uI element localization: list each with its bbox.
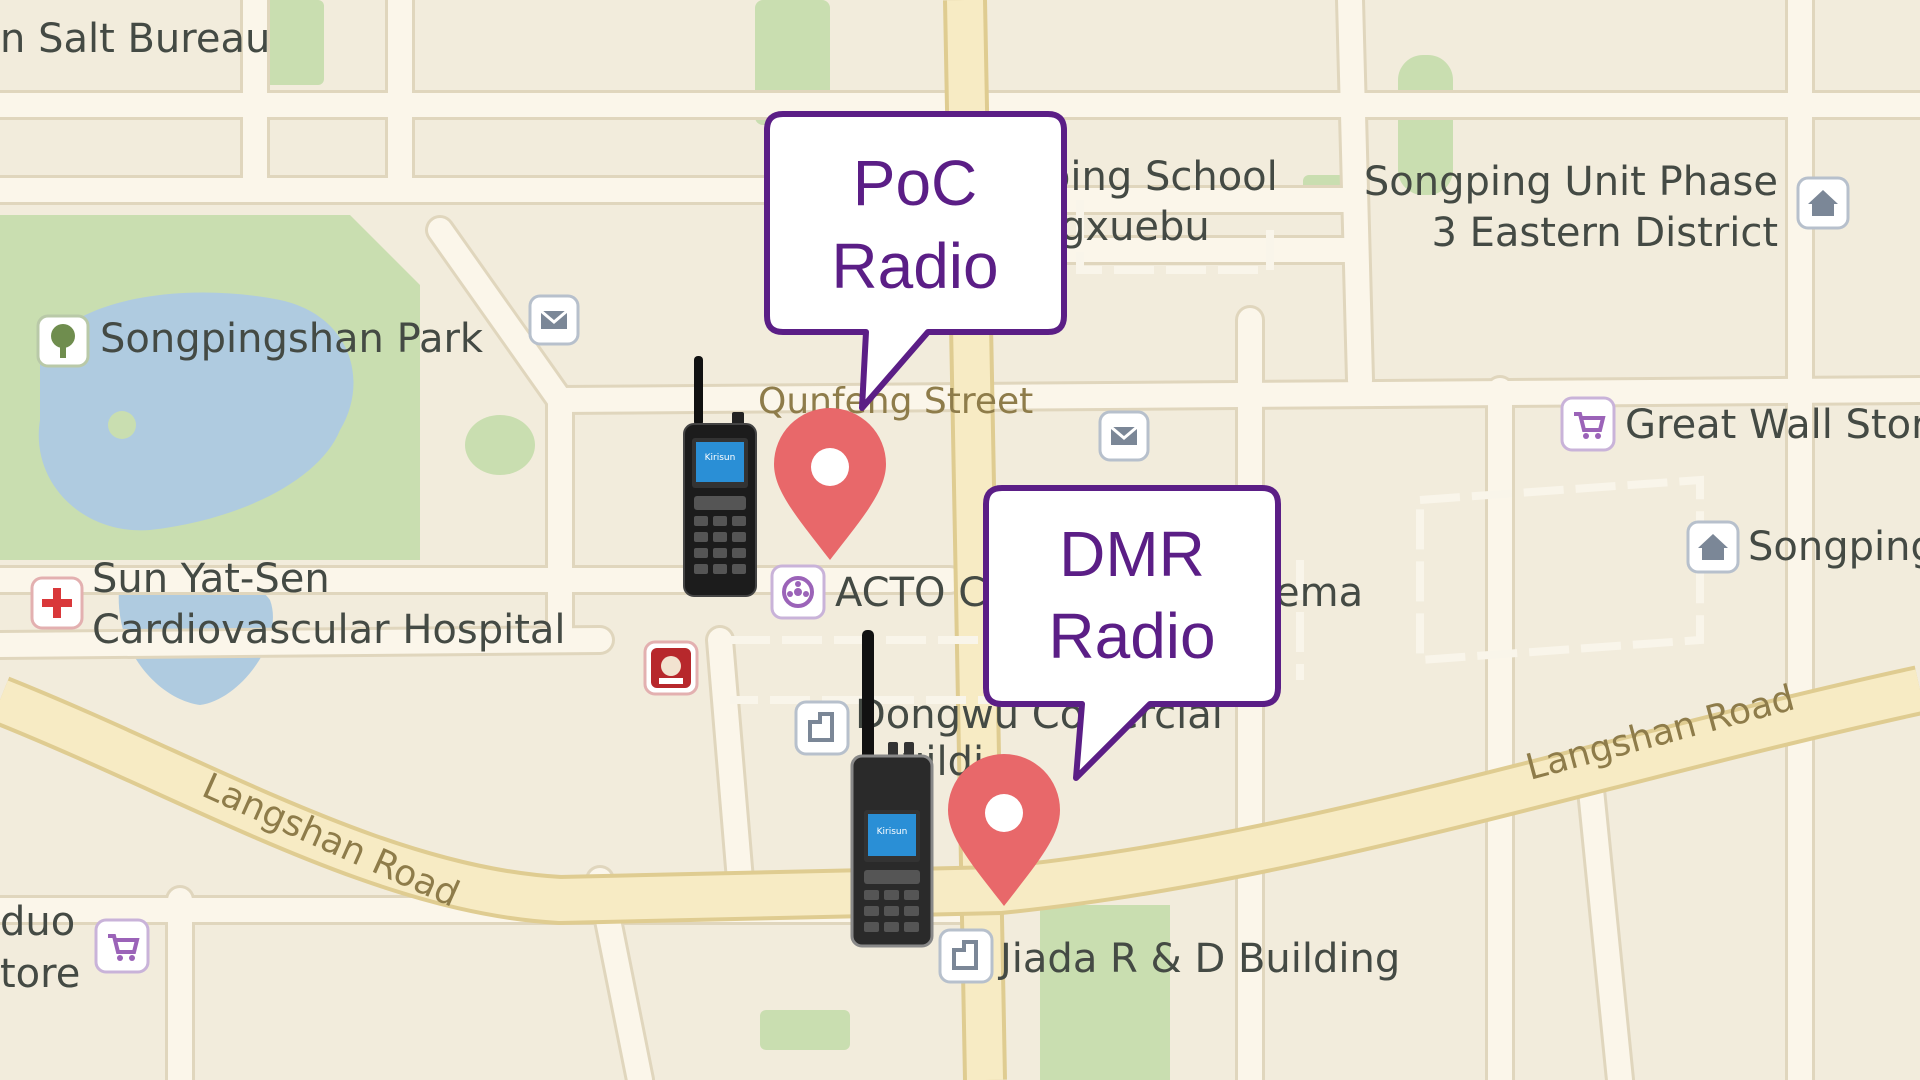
dmr-callout-line2: Radio bbox=[1048, 600, 1215, 672]
shopping-cart-icon[interactable] bbox=[94, 918, 150, 974]
map-canvas[interactable]: Qunfeng Street Langshan Road Langshan Ro… bbox=[0, 0, 1920, 1080]
place-label-songpingshan-park: Songpingshan Park bbox=[100, 316, 484, 362]
restaurant-logo-icon[interactable] bbox=[643, 640, 699, 696]
place-label-hospital-line1: Sun Yat-Sen bbox=[92, 556, 330, 602]
dmr-brand-label: Kirisun bbox=[877, 827, 908, 837]
home-icon[interactable] bbox=[1686, 520, 1740, 574]
place-label-songping-unit-line1: Songping Unit Phase bbox=[1364, 159, 1778, 205]
place-label-duo-line1: duo bbox=[0, 899, 75, 945]
tree-icon[interactable] bbox=[36, 314, 90, 368]
poc-callout-line2: Radio bbox=[831, 230, 998, 302]
place-label-great-wall-store: Great Wall Stor bbox=[1625, 402, 1920, 448]
place-label-duo-line2: tore bbox=[0, 951, 80, 997]
building-icon[interactable] bbox=[794, 700, 850, 756]
place-label-hospital-line2: Cardiovascular Hospital bbox=[92, 607, 566, 653]
building-icon[interactable] bbox=[938, 928, 994, 984]
place-label-school-line1: ping School bbox=[1045, 154, 1278, 200]
place-label-jiada: Jiada R & D Building bbox=[997, 936, 1400, 982]
mail-icon[interactable] bbox=[528, 294, 580, 346]
island bbox=[108, 411, 136, 439]
poc-callout-line1: PoC bbox=[853, 147, 978, 219]
place-label-acto-cinema-right: ema bbox=[1275, 570, 1363, 616]
park-paths bbox=[465, 415, 535, 475]
place-label-songping-unit-line2: 3 Eastern District bbox=[1431, 210, 1778, 256]
place-label-acto-cinema-left: ACTO C bbox=[835, 570, 986, 616]
home-icon[interactable] bbox=[1796, 176, 1850, 230]
shopping-cart-icon[interactable] bbox=[1560, 396, 1616, 452]
place-label-salt-bureau: n Salt Bureau bbox=[0, 16, 270, 62]
place-label-school-line2: gxuebu bbox=[1060, 204, 1210, 250]
film-reel-icon[interactable] bbox=[770, 564, 826, 620]
place-label-songping-right: Songping bbox=[1748, 524, 1920, 570]
poc-brand-label: Kirisun bbox=[705, 453, 736, 463]
dmr-callout-line1: DMR bbox=[1059, 518, 1205, 590]
street-label-qunfeng: Qunfeng Street bbox=[758, 381, 1033, 422]
mail-icon[interactable] bbox=[1098, 410, 1150, 462]
hospital-cross-icon[interactable] bbox=[30, 576, 84, 630]
